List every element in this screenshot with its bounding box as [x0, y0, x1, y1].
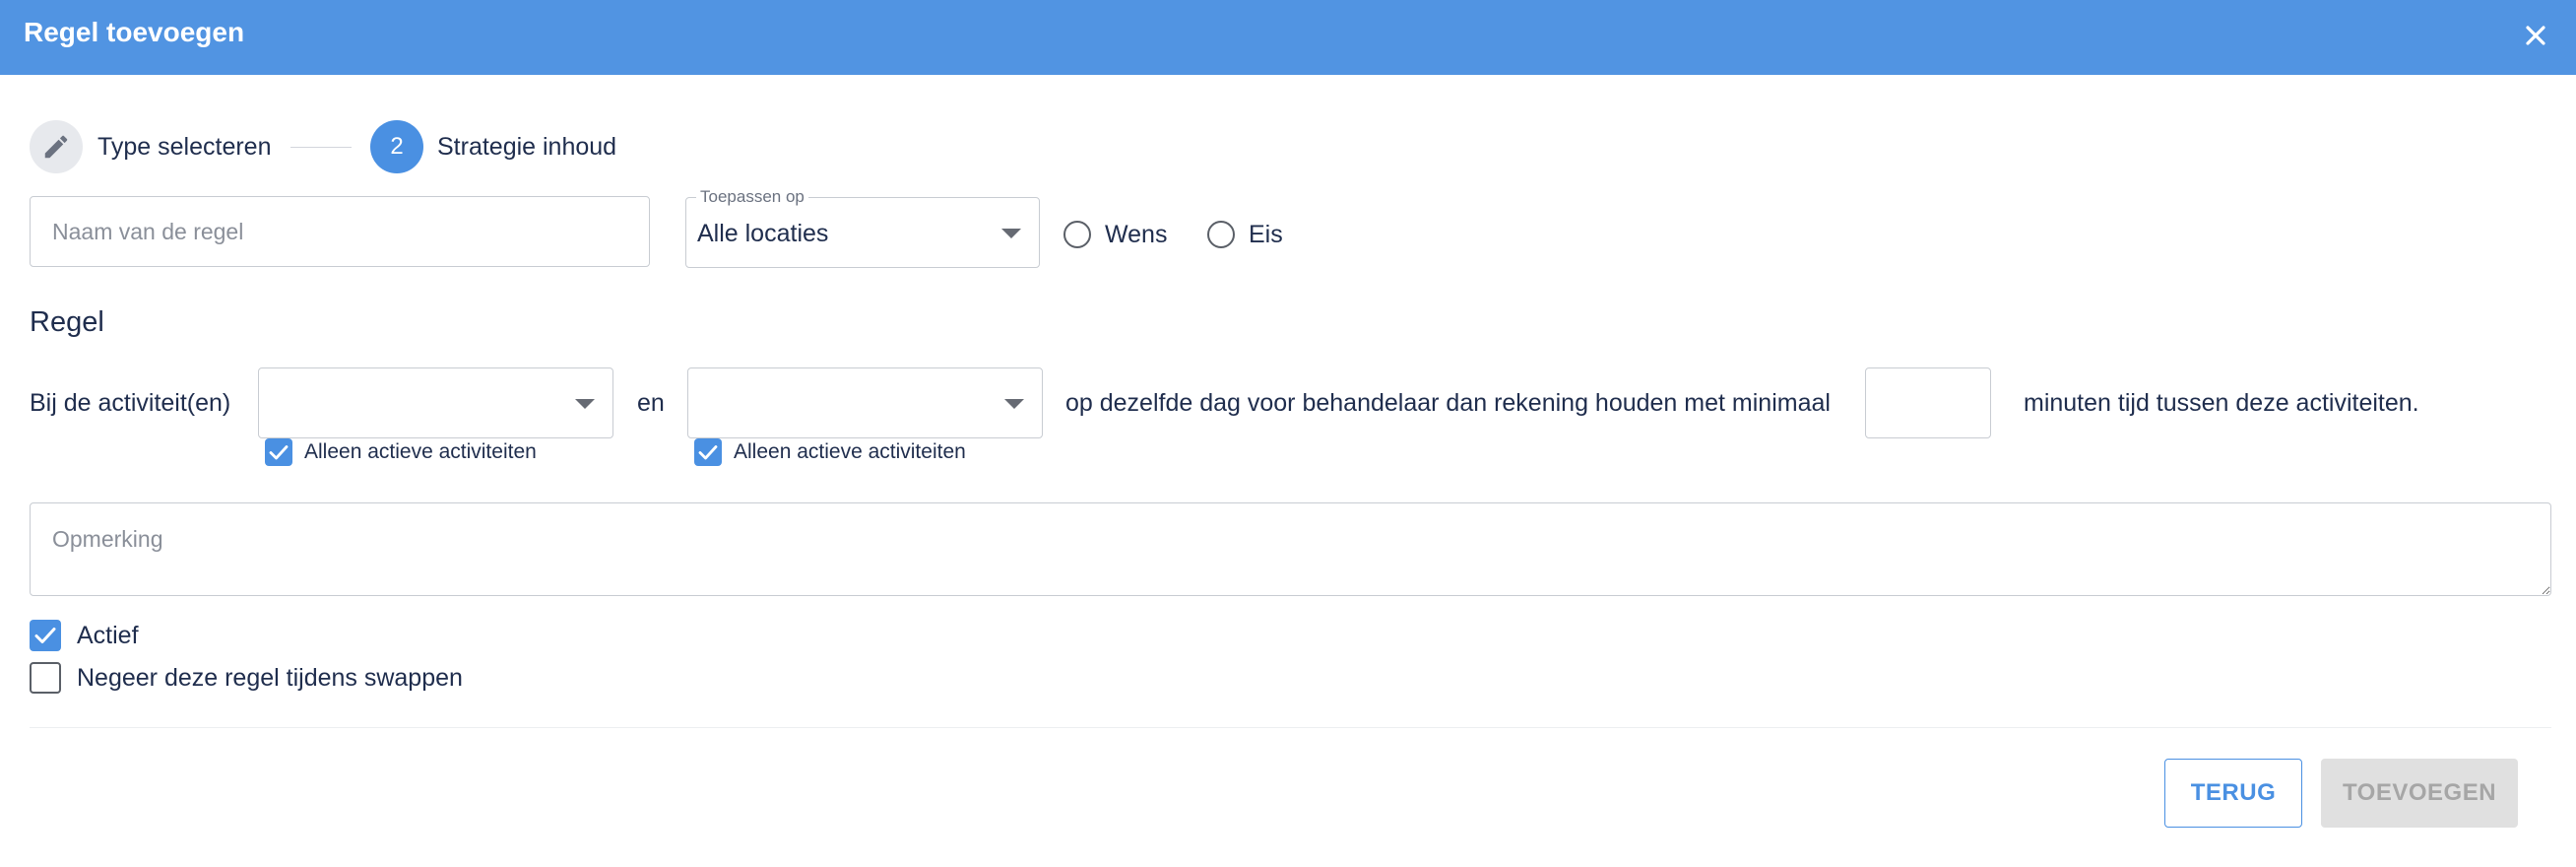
chevron-down-icon [575, 399, 595, 409]
rule-text-and: en [637, 389, 665, 417]
dialog-title: Regel toevoegen [24, 17, 245, 47]
active-label[interactable]: Actief [77, 621, 139, 650]
activity-1-only-active-checkbox[interactable] [265, 438, 292, 466]
close-icon [2526, 26, 2545, 45]
close-button[interactable] [2517, 17, 2554, 54]
apply-to-value: Alle locaties [697, 220, 829, 247]
activity-1-select[interactable] [258, 367, 613, 438]
step-connector [290, 147, 352, 148]
footer-divider [30, 727, 2551, 728]
minutes-input[interactable] [1865, 367, 1991, 438]
ignore-swap-label[interactable]: Negeer deze regel tijdens swappen [77, 663, 463, 693]
remark-textarea[interactable] [30, 502, 2551, 596]
active-checkbox[interactable] [30, 620, 61, 651]
pencil-icon [44, 135, 68, 159]
dialog-header: Regel toevoegen [0, 0, 2576, 75]
chevron-down-icon [1001, 229, 1021, 238]
rule-section-title: Regel [30, 306, 104, 338]
apply-to-legend: Toepassen op [696, 187, 808, 207]
rule-text-start: Bij de activiteit(en) [30, 389, 231, 417]
activity-2-only-active-label[interactable]: Alleen actieve activiteiten [734, 440, 966, 464]
radio-wens[interactable] [1063, 221, 1091, 248]
add-button[interactable]: TOEVOEGEN [2321, 759, 2518, 828]
step-1-label[interactable]: Type selecteren [97, 132, 272, 162]
checkmark-icon [269, 445, 289, 460]
checkmark-icon [34, 628, 56, 643]
apply-to-select[interactable]: Toepassen op Alle locaties [685, 187, 1040, 268]
rule-name-input[interactable] [30, 196, 650, 267]
radio-eis-label[interactable]: Eis [1249, 220, 1283, 249]
radio-wens-label[interactable]: Wens [1105, 220, 1167, 249]
chevron-down-icon [1004, 399, 1024, 409]
activity-2-only-active-checkbox[interactable] [694, 438, 722, 466]
rule-text-end: minuten tijd tussen deze activiteiten. [2024, 389, 2419, 417]
step-2-label: Strategie inhoud [437, 133, 617, 161]
rule-text-middle: op dezelfde dag voor behandelaar dan rek… [1065, 389, 1831, 417]
step-1-indicator[interactable] [30, 120, 83, 173]
step-2-indicator: 2 [370, 120, 423, 173]
activity-1-only-active-label[interactable]: Alleen actieve activiteiten [304, 440, 537, 464]
activity-2-select[interactable] [687, 367, 1043, 438]
radio-eis[interactable] [1207, 221, 1235, 248]
ignore-swap-checkbox[interactable] [30, 662, 61, 694]
back-button[interactable]: TERUG [2164, 759, 2302, 828]
checkmark-icon [698, 445, 718, 460]
